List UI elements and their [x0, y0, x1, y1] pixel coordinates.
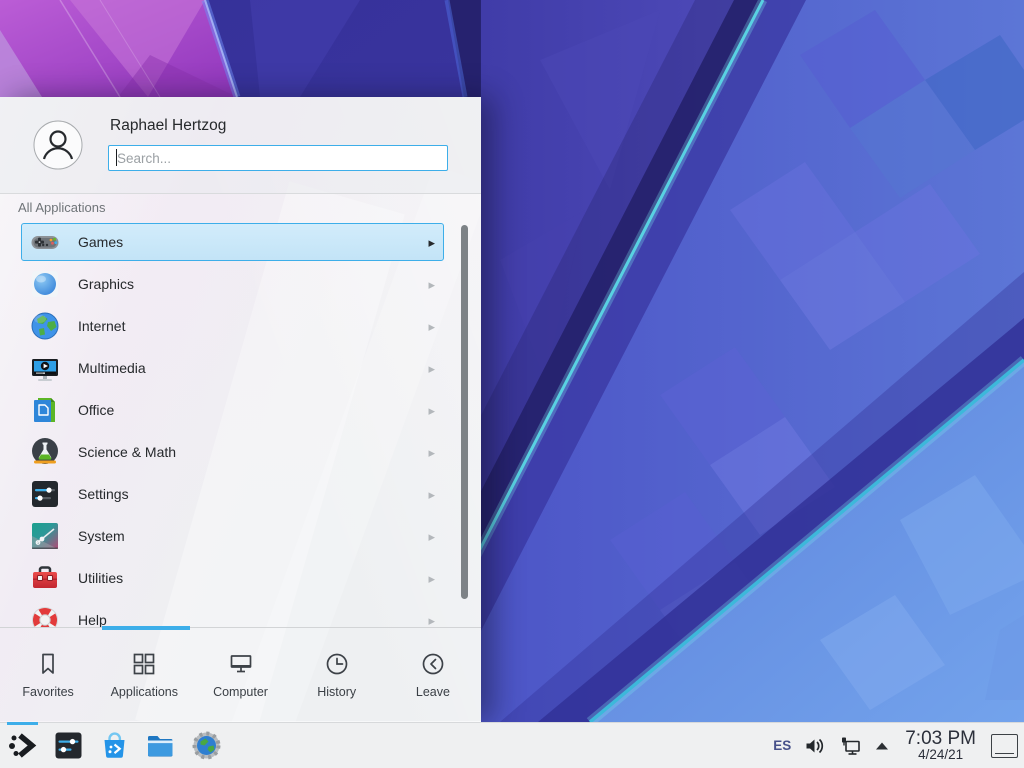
- category-row-office[interactable]: Office ▸: [0, 389, 481, 431]
- discover-button[interactable]: [99, 730, 130, 761]
- application-launcher-panel: Raphael Hertzog All Applications: [0, 97, 481, 722]
- tab-label: Favorites: [22, 685, 73, 699]
- tab-label: Leave: [416, 685, 450, 699]
- submenu-arrow-icon: ▸: [428, 614, 435, 627]
- system-settings-button[interactable]: [53, 730, 84, 761]
- clock-time: 7:03 PM: [905, 729, 976, 749]
- submenu-arrow-icon: ▸: [428, 530, 435, 543]
- category-label: Graphics: [78, 276, 134, 292]
- active-tab-indicator: [102, 626, 190, 630]
- grid-icon: [131, 651, 157, 677]
- taskbar: ES 7:03 PM 4/24/21: [0, 722, 1024, 768]
- globe-icon: [29, 310, 61, 342]
- system-tray: ES 7:03 PM 4/24/21: [773, 729, 1024, 763]
- submenu-arrow-icon: ▸: [428, 446, 435, 459]
- system-icon: [29, 520, 61, 552]
- category-row-games[interactable]: Games ▸: [0, 221, 481, 263]
- category-label: Multimedia: [78, 360, 146, 376]
- user-name: Raphael Hertzog: [110, 117, 226, 135]
- settings-sliders-icon: [53, 730, 84, 761]
- show-desktop-button[interactable]: [991, 734, 1018, 758]
- sliders-icon: [29, 478, 61, 510]
- keyboard-layout-indicator[interactable]: ES: [773, 738, 791, 753]
- tab-label: Applications: [111, 685, 178, 699]
- tab-history[interactable]: History: [289, 628, 385, 722]
- category-row-settings[interactable]: Settings ▸: [0, 473, 481, 515]
- media-player-icon: [29, 352, 61, 384]
- tab-label: History: [317, 685, 356, 699]
- submenu-arrow-icon: ▸: [428, 236, 435, 249]
- category-label: System: [78, 528, 125, 544]
- leave-icon: [420, 651, 446, 677]
- submenu-arrow-icon: ▸: [428, 362, 435, 375]
- category-label: Internet: [78, 318, 125, 334]
- tab-applications[interactable]: Applications: [96, 628, 192, 722]
- category-row-system[interactable]: System ▸: [0, 515, 481, 557]
- globe-gear-icon: [191, 730, 222, 761]
- tab-favorites[interactable]: Favorites: [0, 628, 96, 722]
- submenu-arrow-icon: ▸: [428, 278, 435, 291]
- user-avatar-icon: [33, 120, 83, 170]
- submenu-arrow-icon: ▸: [428, 488, 435, 501]
- category-label: Science & Math: [78, 444, 176, 460]
- gamepad-icon: [29, 226, 61, 258]
- web-browser-button[interactable]: [191, 730, 222, 761]
- app-launcher-button[interactable]: [7, 730, 38, 761]
- category-row-internet[interactable]: Internet ▸: [0, 305, 481, 347]
- category-list: Games ▸ Graphics ▸: [0, 221, 481, 628]
- category-row-help[interactable]: Help ▸: [0, 599, 481, 628]
- clock-icon: [324, 651, 350, 677]
- category-row-graphics[interactable]: Graphics ▸: [0, 263, 481, 305]
- text-caret: [116, 149, 117, 166]
- document-icon: [29, 394, 61, 426]
- submenu-arrow-icon: ▸: [428, 572, 435, 585]
- monitor-icon: [228, 651, 254, 677]
- category-label: Settings: [78, 486, 129, 502]
- section-label: All Applications: [18, 200, 105, 215]
- submenu-arrow-icon: ▸: [428, 404, 435, 417]
- category-label: Utilities: [78, 570, 123, 586]
- sphere-icon: [29, 268, 61, 300]
- category-row-multimedia[interactable]: Multimedia ▸: [0, 347, 481, 389]
- launcher-tabbar: Favorites Applications Computer: [0, 627, 481, 722]
- expand-tray-arrow-icon[interactable]: [875, 741, 889, 751]
- tab-leave[interactable]: Leave: [385, 628, 481, 722]
- clock-widget[interactable]: 7:03 PM 4/24/21: [905, 729, 976, 763]
- category-row-utilities[interactable]: Utilities ▸: [0, 557, 481, 599]
- submenu-arrow-icon: ▸: [428, 320, 435, 333]
- launcher-header: Raphael Hertzog: [0, 97, 481, 194]
- category-label: Games: [78, 234, 123, 250]
- file-manager-button[interactable]: [145, 730, 176, 761]
- category-label: Office: [78, 402, 114, 418]
- list-scrollbar[interactable]: [461, 225, 468, 599]
- taskbar-launchers: [0, 730, 222, 761]
- lifebuoy-icon: [29, 604, 61, 628]
- folder-icon: [145, 730, 176, 761]
- volume-icon[interactable]: [804, 735, 826, 757]
- toolbox-icon: [29, 562, 61, 594]
- network-icon[interactable]: [839, 735, 862, 757]
- category-row-science-math[interactable]: Science & Math ▸: [0, 431, 481, 473]
- clock-date: 4/24/21: [905, 748, 976, 762]
- kde-launcher-icon: [7, 730, 38, 761]
- bookmark-icon: [35, 651, 61, 677]
- tab-label: Computer: [213, 685, 268, 699]
- taskbar-active-indicator: [7, 722, 38, 725]
- search-input[interactable]: [108, 145, 448, 171]
- flask-icon: [29, 436, 61, 468]
- discover-bag-icon: [99, 730, 130, 761]
- tab-computer[interactable]: Computer: [192, 628, 288, 722]
